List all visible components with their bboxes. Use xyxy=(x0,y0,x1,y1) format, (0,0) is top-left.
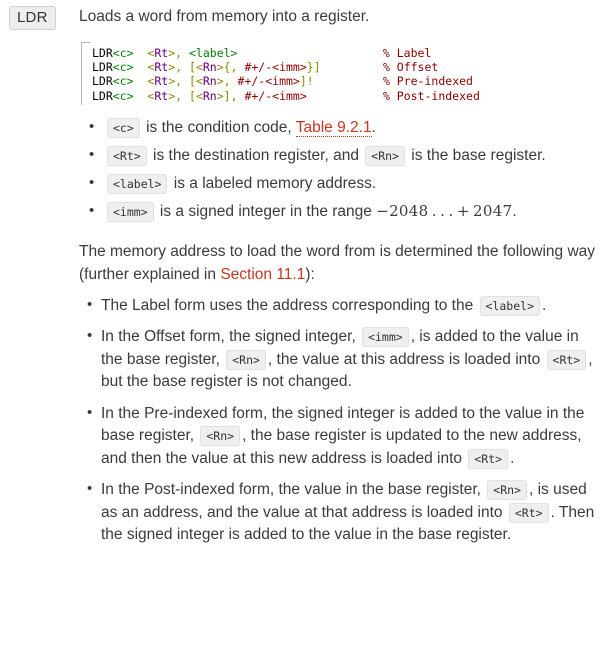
code-token: Rt xyxy=(154,60,169,75)
link-table-9-2-1[interactable]: Table 9.2.1 xyxy=(295,118,372,137)
code-chip-post-rt: <Rt> xyxy=(508,502,549,523)
addressing-intro-paragraph: The memory address to load the word from… xyxy=(79,240,599,286)
code-token: <c> xyxy=(112,46,134,60)
code-token: < xyxy=(195,74,203,89)
instruction-summary: Loads a word from memory into a register… xyxy=(79,8,370,25)
code-gap xyxy=(321,60,383,74)
code-line: LDR<c> <Rt>, [<Rn>{, #+/-<imm>}] % Offse… xyxy=(92,60,599,74)
code-token: , [ xyxy=(175,88,196,103)
code-chip-offset-imm: <imm> xyxy=(362,327,409,348)
code-token: Rn xyxy=(202,88,217,103)
operand-definition-list: <c> is the condition code, Table 9.2.1. … xyxy=(79,115,599,224)
code-line: LDR<c> <Rt>, [<Rn>], #+/-<imm> % Post-in… xyxy=(92,89,599,103)
code-token: #+/-<imm> xyxy=(244,60,307,75)
code-chip-rt: <Rt> xyxy=(107,145,147,166)
pre-indexed-p3: . xyxy=(510,449,515,467)
code-chip-imm: <imm> xyxy=(107,201,154,222)
code-token: #+/-<imm> xyxy=(237,74,300,89)
operand-c-text-before: is the condition code, xyxy=(141,118,296,136)
code-token: ]! xyxy=(299,74,314,89)
code-token: <c> xyxy=(112,60,134,75)
code-line: LDR<c> <Rt>, <label> % Label xyxy=(92,46,599,60)
code-token: LDR xyxy=(92,46,113,60)
code-chip-label-form: <label> xyxy=(479,295,540,316)
code-token: > xyxy=(216,60,224,75)
imm-range-math: −2048 . . . + 2047 xyxy=(376,201,513,220)
code-chip-pre-rt: <Rt> xyxy=(468,448,509,469)
syntax-code-block: LDR<c> <Rt>, <label> % Label LDR<c> <Rt>,… xyxy=(81,42,599,105)
code-token: < xyxy=(195,60,203,75)
code-token: {, xyxy=(223,60,245,75)
addressing-intro-after: ): xyxy=(305,265,315,283)
list-item-imm: <imm> is a signed integer in the range −… xyxy=(89,199,599,224)
code-token: <c> xyxy=(112,74,134,89)
code-token: Rt xyxy=(154,46,169,60)
code-token: , [ xyxy=(175,60,196,75)
code-token: Rn xyxy=(202,74,217,89)
code-token: , [ xyxy=(175,74,196,89)
label-form-text-after: . xyxy=(542,296,547,314)
code-token: , xyxy=(223,74,238,89)
list-item-pre-indexed-form: In the Pre-indexed form, the signed inte… xyxy=(87,402,599,471)
offset-form-p3: , the value at this address is loaded in… xyxy=(267,350,545,368)
code-token: < xyxy=(195,88,203,103)
operand-c-text-after: . xyxy=(371,118,376,136)
code-token: LDR xyxy=(92,60,113,75)
code-chip-label: <label> xyxy=(107,173,168,194)
code-chip-c: <c> xyxy=(107,117,140,138)
code-token: ], xyxy=(223,88,245,103)
code-gap xyxy=(314,74,383,88)
code-chip-rn: <Rn> xyxy=(365,145,405,166)
list-item-offset-form: In the Offset form, the signed integer, … xyxy=(87,325,599,394)
post-indexed-p1: In the Post-indexed form, the value in t… xyxy=(101,481,486,499)
code-token: }] xyxy=(306,60,321,75)
code-comment: % Pre-indexed xyxy=(382,74,473,89)
operand-imm-text: is a signed integer in the range xyxy=(155,202,377,220)
code-comment: % Post-indexed xyxy=(382,88,480,103)
addressing-intro-before: The memory address to load the word from… xyxy=(79,242,596,283)
code-comment: % Label xyxy=(382,46,432,60)
code-token: > xyxy=(216,74,224,89)
label-form-text-before: The Label form uses the address correspo… xyxy=(101,296,478,314)
link-section-11-1[interactable]: Section 11.1 xyxy=(220,266,305,283)
offset-form-p1: In the Offset form, the signed integer, xyxy=(101,328,361,346)
code-token: Rt xyxy=(154,74,169,89)
list-item-condition-code: <c> is the condition code, Table 9.2.1. xyxy=(89,115,599,140)
operand-rt-text: is the destination register, and xyxy=(148,146,364,164)
code-token: <label> xyxy=(189,46,238,60)
mnemonic-badge: LDR xyxy=(9,6,56,30)
code-token: Rt xyxy=(154,88,169,103)
instruction-reference-page: LDR Loads a word from memory into a regi… xyxy=(0,0,606,645)
code-token: <c> xyxy=(112,88,134,103)
code-comment: % Offset xyxy=(382,60,439,75)
list-item-label-form: The Label form uses the address correspo… xyxy=(87,294,599,318)
code-token: LDR xyxy=(92,74,113,89)
code-chip-offset-rt: <Rt> xyxy=(546,349,587,370)
code-chip-post-rn: <Rn> xyxy=(487,480,527,501)
code-gap xyxy=(307,89,383,103)
code-token: > xyxy=(216,88,224,103)
code-chip-offset-rn: <Rn> xyxy=(226,349,266,370)
list-item-post-indexed-form: In the Post-indexed form, the value in t… xyxy=(87,478,599,547)
code-token: Rn xyxy=(202,60,217,75)
code-token: #+/-<imm> xyxy=(244,88,307,103)
code-gap xyxy=(237,46,382,60)
operand-rn-text: is the base register. xyxy=(406,146,546,164)
code-token: , xyxy=(175,46,190,60)
operand-label-text: is a labeled memory address. xyxy=(169,174,377,192)
addressing-form-list: The Label form uses the address correspo… xyxy=(79,294,599,547)
code-token: LDR xyxy=(92,88,113,103)
code-chip-pre-rn: <Rn> xyxy=(200,426,241,447)
list-item-rt-rn: <Rt> is the destination register, and <R… xyxy=(89,143,599,168)
list-item-label: <label> is a labeled memory address. xyxy=(89,171,599,196)
operand-imm-tail: . xyxy=(512,202,517,220)
instruction-content: Loads a word from memory into a register… xyxy=(79,0,599,556)
code-line: LDR<c> <Rt>, [<Rn>, #+/-<imm>]! % Pre-in… xyxy=(92,74,599,88)
